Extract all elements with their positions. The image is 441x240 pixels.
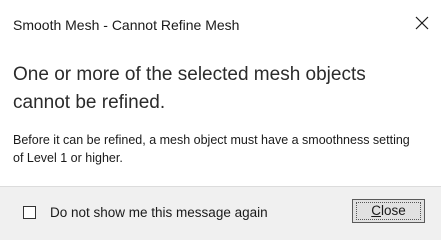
title-bar: Smooth Mesh - Cannot Refine Mesh [0, 0, 441, 48]
message-dialog: Smooth Mesh - Cannot Refine Mesh One or … [0, 0, 441, 240]
close-button-label-rest: lose [380, 203, 406, 218]
close-button-label: Close [356, 202, 421, 220]
main-instruction: One or more of the selected mesh objects… [13, 64, 366, 113]
dont-show-again-checkbox-row[interactable]: Do not show me this message again [23, 205, 268, 220]
dont-show-again-label[interactable]: Do not show me this message again [50, 205, 268, 220]
close-button[interactable]: Close [352, 199, 425, 223]
dialog-footer: Do not show me this message again Close [0, 186, 441, 240]
close-x-icon[interactable] [409, 10, 435, 36]
close-button-accelerator: C [371, 203, 381, 218]
dont-show-again-checkbox[interactable] [23, 206, 36, 219]
content-text: Before it can be refined, a mesh object … [13, 133, 410, 165]
dialog-title: Smooth Mesh - Cannot Refine Mesh [13, 17, 240, 33]
